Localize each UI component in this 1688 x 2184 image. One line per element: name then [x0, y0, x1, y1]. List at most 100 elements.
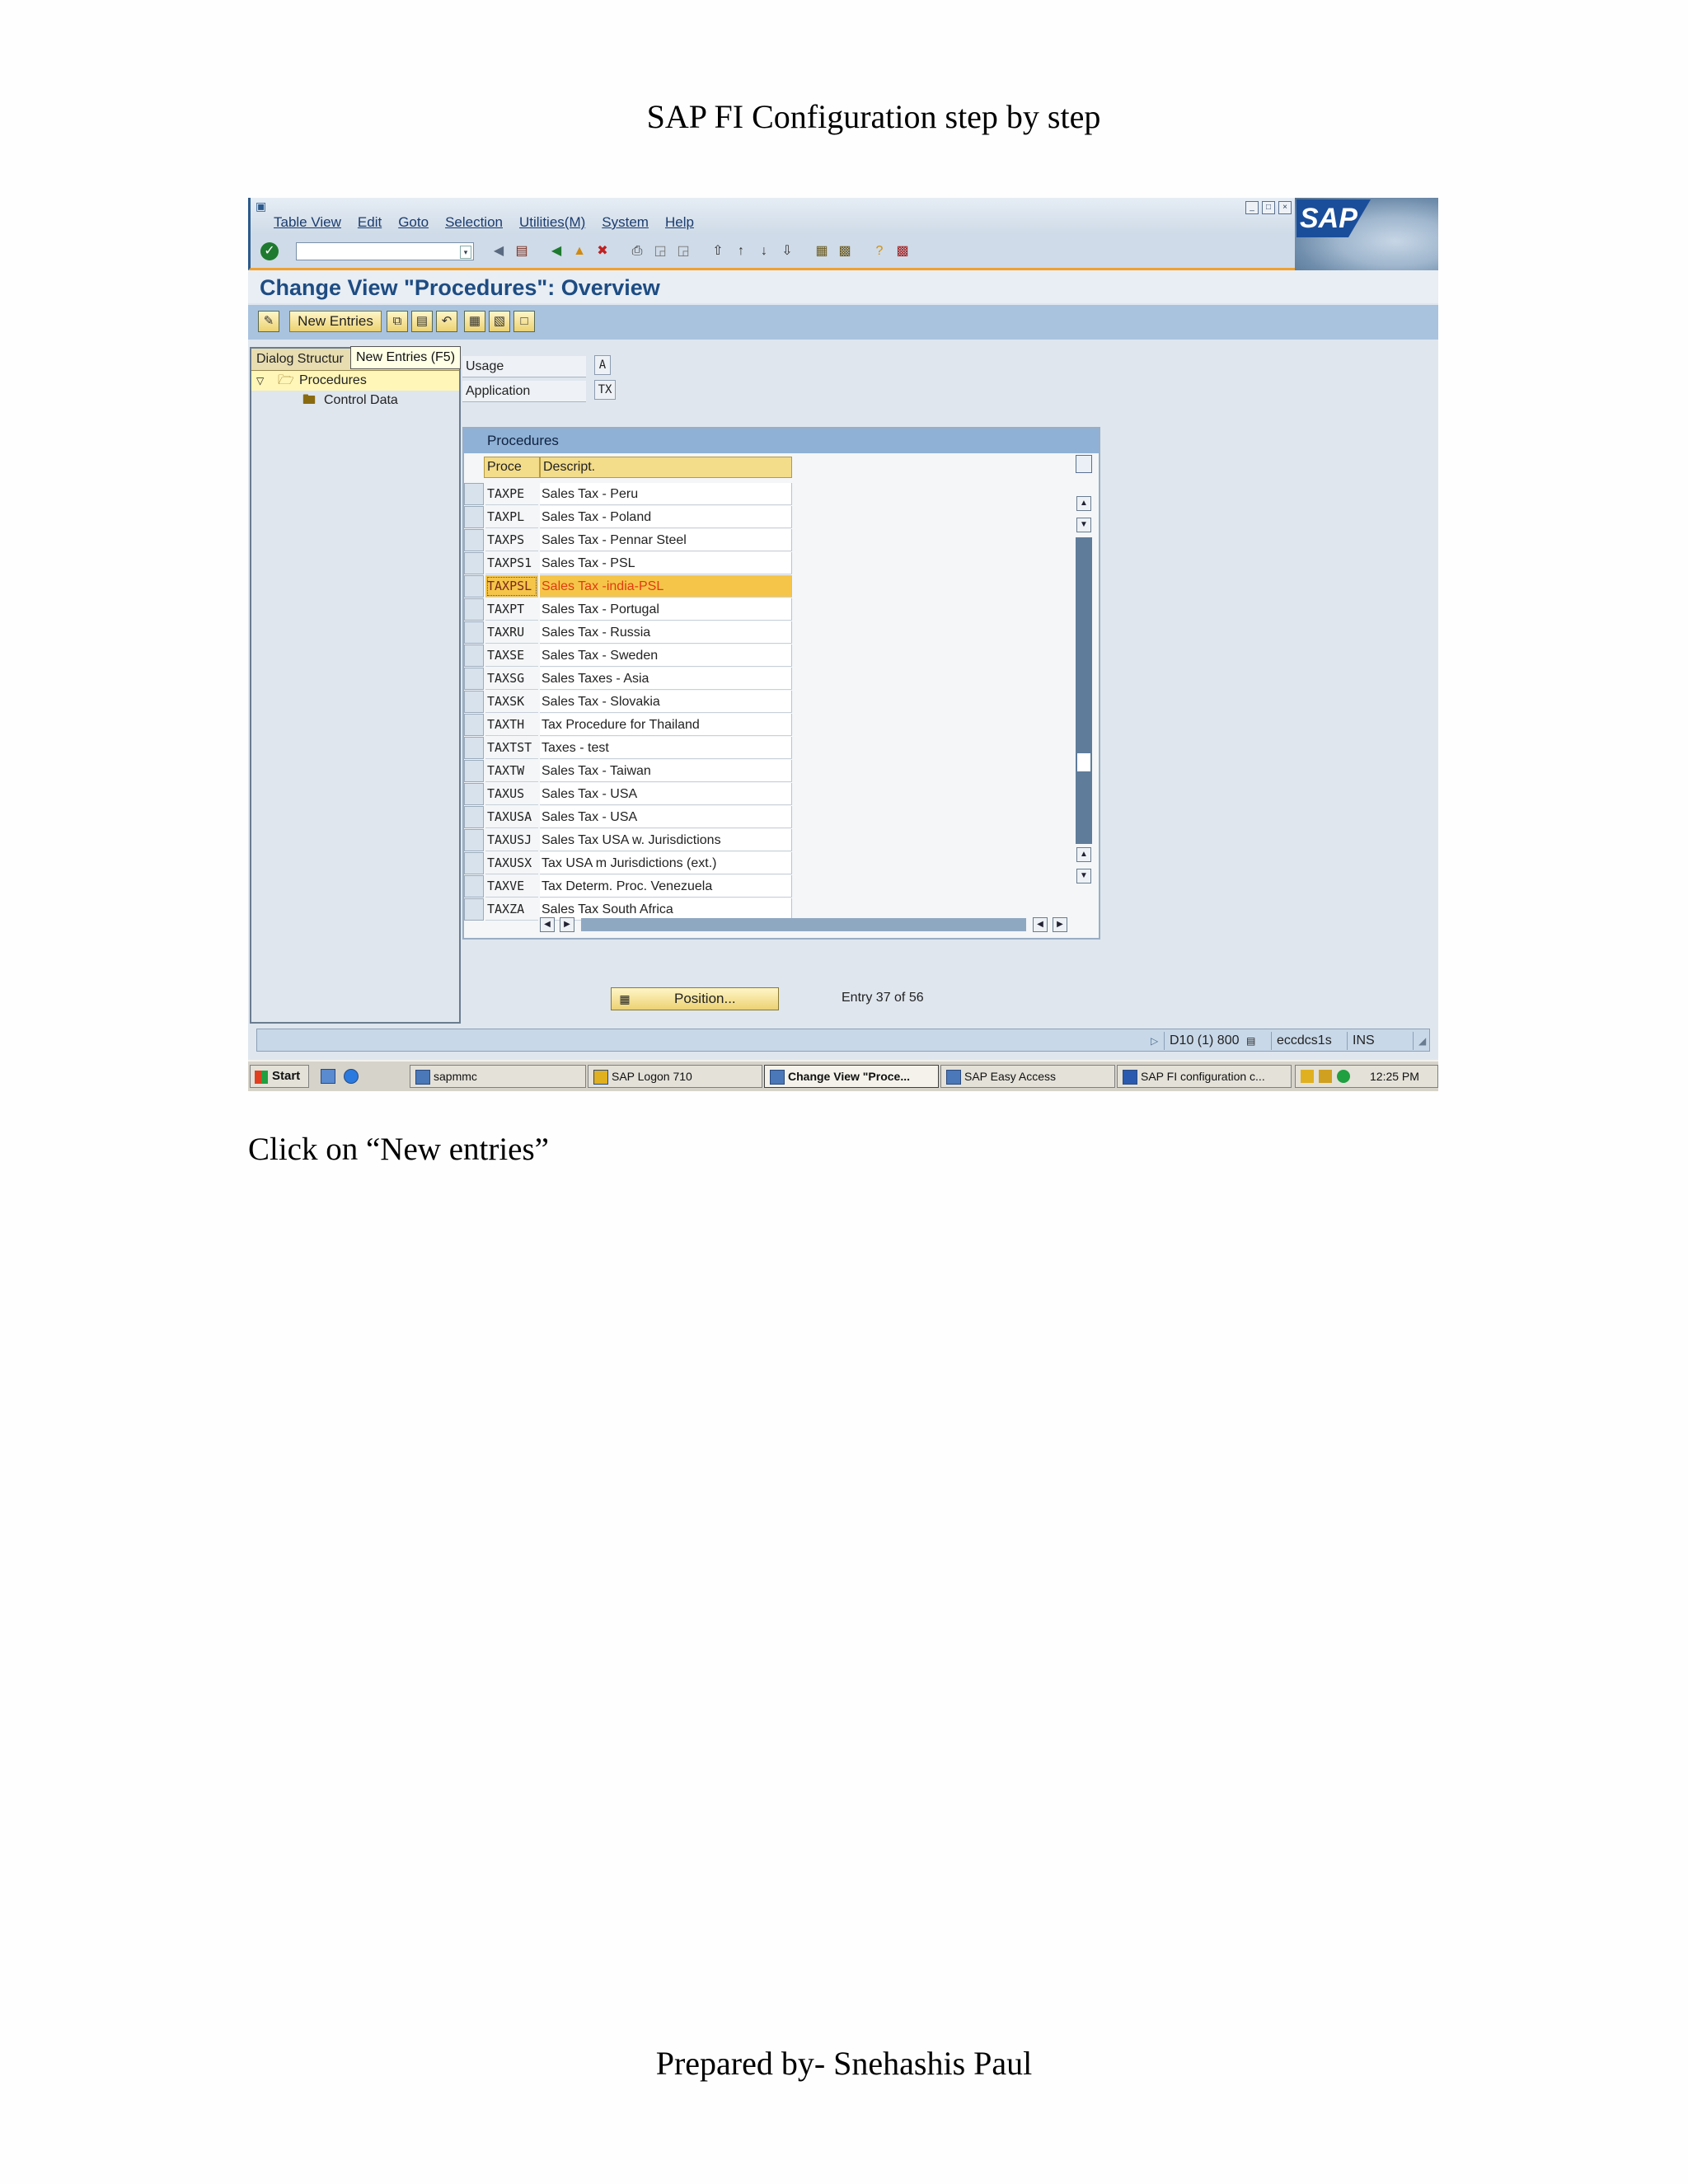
column-header-description[interactable]: Descript.: [540, 457, 792, 478]
table-row[interactable]: TAXSK Sales Tax - Slovakia: [464, 691, 794, 714]
procedure-description-cell[interactable]: Tax Procedure for Thailand: [540, 714, 792, 736]
system-info-icon[interactable]: ▤: [1241, 1032, 1256, 1050]
table-row[interactable]: TAXTST Taxes - test: [464, 737, 794, 760]
scroll-up-icon[interactable]: ▲: [1076, 496, 1091, 511]
taskbar-item-sap-easy-access[interactable]: SAP Easy Access: [940, 1065, 1115, 1088]
cancel-icon[interactable]: ✖: [593, 242, 612, 260]
procedure-code-cell[interactable]: TAXSE: [485, 644, 538, 667]
last-page-icon[interactable]: ⇩: [778, 242, 796, 260]
procedure-code-cell[interactable]: TAXSK: [485, 691, 538, 713]
table-row[interactable]: TAXUS Sales Tax - USA: [464, 783, 794, 806]
first-page-icon[interactable]: ⇧: [709, 242, 727, 260]
taskbar-item-word-document[interactable]: SAP FI configuration c...: [1117, 1065, 1292, 1088]
table-row[interactable]: TAXSE Sales Tax - Sweden: [464, 644, 794, 668]
back-icon[interactable]: ◀: [547, 242, 565, 260]
horizontal-scroll-track[interactable]: [581, 918, 1026, 931]
procedure-code-cell[interactable]: TAXRU: [485, 621, 538, 644]
procedure-code-cell[interactable]: TAXUSX: [485, 852, 538, 874]
row-selector[interactable]: [464, 644, 484, 667]
table-row[interactable]: TAXRU Sales Tax - Russia: [464, 621, 794, 644]
row-selector[interactable]: [464, 806, 484, 828]
table-row[interactable]: TAXUSA Sales Tax - USA: [464, 806, 794, 829]
column-header-procedure[interactable]: Proce: [484, 457, 540, 478]
row-selector[interactable]: [464, 829, 484, 851]
command-field[interactable]: ▾: [296, 242, 474, 260]
restore-icon[interactable]: □: [1262, 201, 1275, 214]
minimize-icon[interactable]: _: [1245, 201, 1259, 214]
scroll-right-icon[interactable]: ▶: [560, 917, 574, 932]
table-row[interactable]: TAXSG Sales Taxes - Asia: [464, 668, 794, 691]
horizontal-scrollbar[interactable]: ◀ ▶ ◀ ▶: [540, 916, 1076, 933]
procedure-description-cell[interactable]: Taxes - test: [540, 737, 792, 759]
procedure-description-cell[interactable]: Sales Tax - Pennar Steel: [540, 529, 792, 551]
page-up-icon[interactable]: ▲: [1076, 847, 1091, 862]
status-expand-icon[interactable]: ▷: [1146, 1032, 1162, 1050]
deselect-all-icon[interactable]: □: [513, 311, 535, 332]
procedure-code-cell[interactable]: TAXTW: [485, 760, 538, 782]
select-all-icon[interactable]: ▦: [464, 311, 485, 332]
scroll-track[interactable]: [1076, 537, 1092, 844]
procedure-code-cell[interactable]: TAXPE: [485, 483, 538, 505]
procedure-code-cell[interactable]: TAXPS: [485, 529, 538, 551]
tray-network-icon[interactable]: [1337, 1070, 1350, 1083]
procedure-code-cell[interactable]: TAXUSA: [485, 806, 538, 828]
back-arrow-icon[interactable]: ◀: [490, 242, 508, 260]
menu-selection[interactable]: Selection: [445, 214, 503, 231]
system-menu-icon[interactable]: ▣: [256, 199, 269, 213]
find-icon[interactable]: ◲: [651, 242, 669, 260]
row-selector[interactable]: [464, 575, 484, 598]
shortcut-icon[interactable]: ▩: [836, 242, 854, 260]
scroll-far-left-icon[interactable]: ◀: [1033, 917, 1048, 932]
procedure-code-cell[interactable]: TAXTST: [485, 737, 538, 759]
expand-triangle-icon[interactable]: ▽: [256, 371, 264, 391]
procedure-description-cell[interactable]: Sales Taxes - Asia: [540, 668, 792, 690]
row-selector[interactable]: [464, 737, 484, 759]
menu-help[interactable]: Help: [665, 214, 694, 231]
exit-icon[interactable]: ▲: [570, 242, 588, 260]
close-icon[interactable]: ×: [1278, 201, 1292, 214]
procedure-code-cell[interactable]: TAXPS1: [485, 552, 538, 574]
procedure-code-cell[interactable]: TAXVE: [485, 875, 538, 898]
row-selector[interactable]: [464, 898, 484, 921]
procedure-code-cell[interactable]: TAXUS: [485, 783, 538, 805]
taskbar-item-change-view[interactable]: Change View "Proce...: [764, 1065, 939, 1088]
procedure-code-cell[interactable]: TAXPT: [485, 598, 538, 621]
row-selector[interactable]: [464, 506, 484, 528]
table-row[interactable]: TAXTW Sales Tax - Taiwan: [464, 760, 794, 783]
save-icon[interactable]: ▤: [513, 242, 531, 260]
taskbar-item-sapmmc[interactable]: sapmmc: [410, 1065, 586, 1088]
table-row[interactable]: TAXPT Sales Tax - Portugal: [464, 598, 794, 621]
table-row[interactable]: TAXPE Sales Tax - Peru: [464, 483, 794, 506]
procedure-code-cell[interactable]: TAXZA: [485, 898, 538, 921]
desktop-icon[interactable]: [321, 1069, 335, 1084]
scroll-down-icon[interactable]: ▼: [1076, 869, 1091, 883]
procedure-description-cell[interactable]: Sales Tax - USA: [540, 783, 792, 805]
layout-menu-icon[interactable]: ▩: [893, 242, 912, 260]
procedure-code-cell[interactable]: TAXPL: [485, 506, 538, 528]
menu-goto[interactable]: Goto: [398, 214, 429, 231]
row-selector[interactable]: [464, 552, 484, 574]
row-selector[interactable]: [464, 760, 484, 782]
row-selector[interactable]: [464, 598, 484, 621]
internet-explorer-icon[interactable]: [344, 1069, 359, 1084]
procedure-code-cell[interactable]: TAXSG: [485, 668, 538, 690]
resize-grip-icon[interactable]: ◢: [1413, 1032, 1429, 1050]
table-row[interactable]: TAXUSJ Sales Tax USA w. Jurisdictions: [464, 829, 794, 852]
command-history-icon[interactable]: ▾: [460, 246, 471, 259]
row-selector[interactable]: [464, 483, 484, 505]
table-row[interactable]: TAXUSX Tax USA m Jurisdictions (ext.): [464, 852, 794, 875]
new-entries-button[interactable]: New Entries: [289, 311, 382, 332]
procedure-description-cell[interactable]: Tax Determ. Proc. Venezuela: [540, 875, 792, 898]
previous-page-icon[interactable]: ↑: [732, 242, 750, 260]
procedure-description-cell[interactable]: Sales Tax - Sweden: [540, 644, 792, 667]
menu-utilities[interactable]: Utilities(M): [519, 214, 585, 231]
table-row[interactable]: TAXVE Tax Determ. Proc. Venezuela: [464, 875, 794, 898]
page-down-icon[interactable]: ▼: [1076, 518, 1091, 532]
procedure-description-cell[interactable]: Sales Tax - PSL: [540, 552, 792, 574]
row-selector[interactable]: [464, 852, 484, 874]
procedure-description-cell[interactable]: Sales Tax - Portugal: [540, 598, 792, 621]
tray-sap-icon[interactable]: [1301, 1070, 1314, 1083]
procedure-code-cell[interactable]: TAXPSL: [485, 575, 538, 598]
start-button[interactable]: Start: [250, 1065, 309, 1088]
row-selector[interactable]: [464, 621, 484, 644]
